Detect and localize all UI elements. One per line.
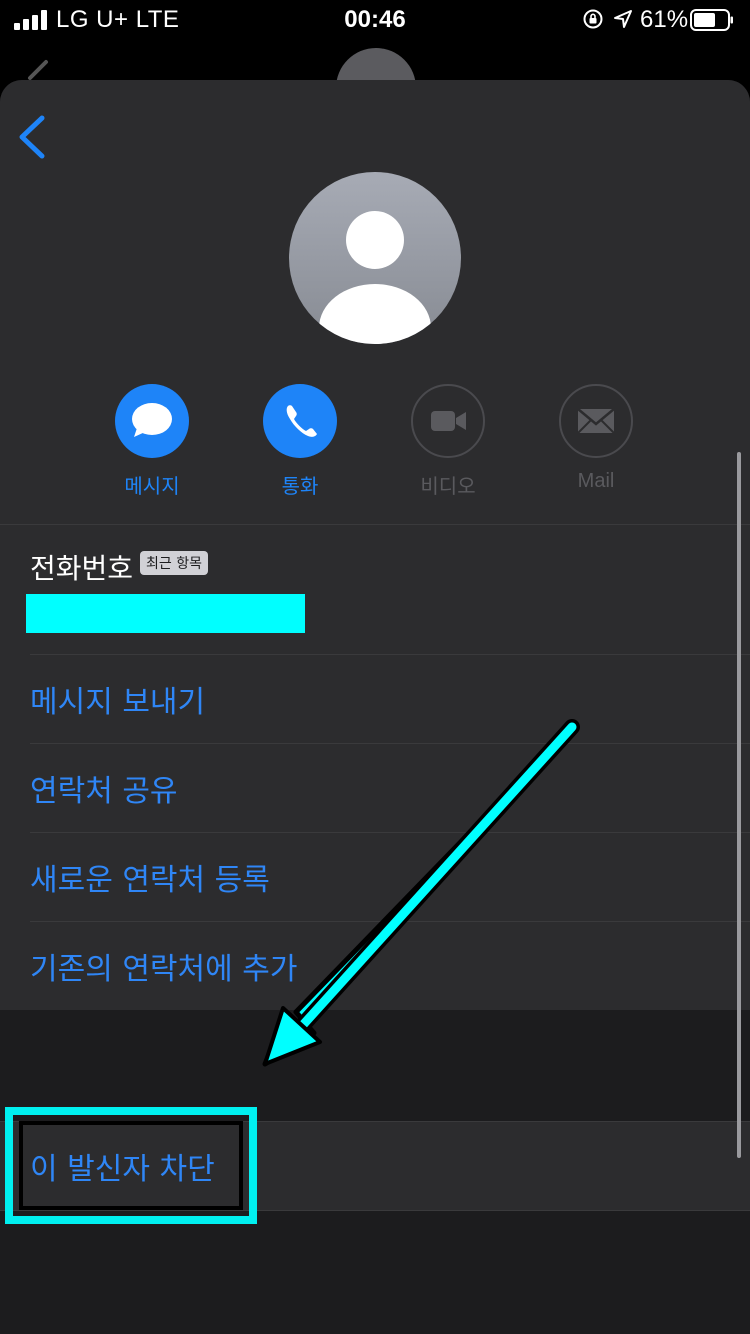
person-silhouette-icon [319,211,431,344]
highlight-box-annotation [5,1107,257,1224]
redacted-phone-number [26,594,305,633]
create-new-contact-label: 새로운 연락처 등록 [30,863,270,898]
share-contact-row[interactable]: 연락처 공유 [30,743,750,833]
battery-percentage: 61% [640,6,689,33]
message-action-label: 메시지 [124,474,180,498]
battery-icon [690,9,733,31]
video-action-label: 비디오 [420,476,476,498]
add-to-existing-contact-row[interactable]: 기존의 연락처에 추가 [30,921,750,1011]
status-bar: LG U+ LTE 00:46 61% [0,0,750,44]
phone-icon [286,405,317,437]
call-action-label: 통화 [281,474,319,498]
back-chevron-icon[interactable] [14,114,48,160]
contact-options-list: 전화번호 최근 항목 메시지 보내기 연락처 공유 새로운 연락처 등록 기존의… [0,525,750,1010]
video-camera-icon [431,411,466,431]
contact-avatar [289,172,461,344]
message-bubble-icon [132,403,172,437]
envelope-icon [577,408,615,434]
call-button[interactable] [263,384,337,458]
create-new-contact-row[interactable]: 새로운 연락처 등록 [30,832,750,922]
add-to-existing-contact-label: 기존의 연락처에 추가 [30,952,298,987]
recent-badge: 최근 항목 [140,551,208,575]
rotation-lock-icon [583,9,603,29]
contact-header: 메시지 통화 비디오 Mail [0,80,750,524]
send-message-row[interactable]: 메시지 보내기 [30,654,750,744]
message-button[interactable] [115,384,189,458]
mail-action-label: Mail [577,470,615,492]
video-button [411,384,485,458]
phone-number-label: 전화번호 [30,552,134,585]
scrollbar[interactable] [737,452,741,1158]
send-message-label: 메시지 보내기 [30,685,206,720]
message-action[interactable]: 메시지 [97,384,207,499]
share-contact-label: 연락처 공유 [30,774,178,809]
video-action: 비디오 [393,384,503,499]
status-time: 00:46 [344,6,406,33]
mail-button [559,384,633,458]
location-arrow-icon [614,10,632,28]
call-action[interactable]: 통화 [245,384,355,499]
mail-action: Mail [541,384,651,493]
